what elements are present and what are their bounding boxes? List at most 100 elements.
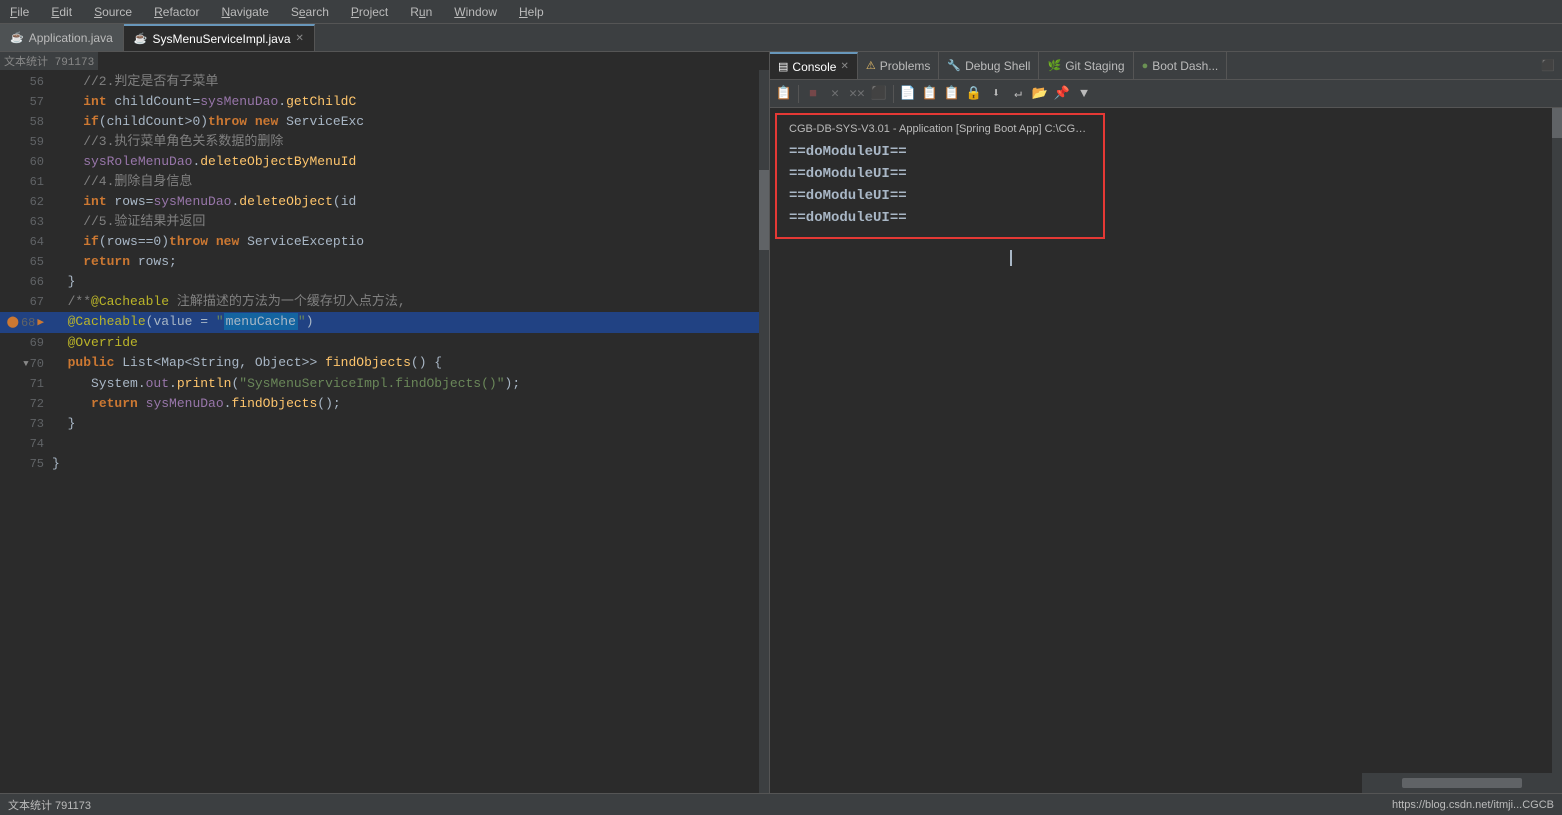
- code-lines-container: 56 //2.判定是否有子菜单 57 int childCount=sysMen…: [0, 70, 769, 474]
- git-staging-icon: 🌿: [1047, 59, 1061, 72]
- stop-btn[interactable]: ⬛: [869, 84, 889, 104]
- line-num-64: 64: [0, 232, 52, 252]
- problems-icon: ⚠: [866, 59, 876, 72]
- menu-search[interactable]: Search: [287, 4, 333, 20]
- line-content-66: }: [52, 272, 769, 292]
- line-num-74: 74: [0, 434, 52, 454]
- line-num-62: 62: [0, 192, 52, 212]
- tab-close-sysmenu[interactable]: ✕: [296, 33, 304, 44]
- menu-edit[interactable]: Edit: [47, 4, 76, 20]
- menu-project[interactable]: Project: [347, 4, 392, 20]
- popup-line-1: ==doModuleUI==: [789, 141, 1091, 163]
- status-right: https://blog.csdn.net/itmji...CGCB: [1392, 799, 1554, 811]
- remove-all-terminated-btn[interactable]: ✕✕: [847, 84, 867, 104]
- menu-window[interactable]: Window: [450, 4, 501, 20]
- pin-console-btn[interactable]: 📌: [1052, 84, 1072, 104]
- line-content-65: return rows;: [52, 252, 769, 272]
- panel-controls: ⬛: [1538, 52, 1562, 79]
- menu-refactor[interactable]: Refactor: [150, 4, 203, 20]
- code-line-63: 63 //5.验证结果并返回: [0, 212, 769, 232]
- copy-output-btn[interactable]: 📋: [920, 84, 940, 104]
- line-num-69: 69: [0, 333, 52, 353]
- line-content-61: //4.删除自身信息: [52, 172, 769, 192]
- git-staging-tab-label: Git Staging: [1065, 59, 1124, 73]
- console-panel: ▤ Console ✕ ⚠ Problems 🔧 Debug Shell 🌿 G…: [770, 52, 1562, 815]
- code-line-75: 75 }: [0, 454, 769, 474]
- line-content-59: //3.执行菜单角色关系数据的删除: [52, 132, 769, 152]
- console-tab-label: Console: [792, 60, 836, 74]
- console-toolbar: 📋 ■ ✕ ✕✕ ⬛ 📄 📋 📋 🔒 ⬇ ↵ 📂 📌 ▼: [770, 80, 1562, 108]
- console-tab-close[interactable]: ✕: [840, 61, 848, 72]
- tab-application-java[interactable]: ☕ Application.java: [0, 24, 124, 51]
- bottom-scroll-indicator: [1362, 773, 1562, 793]
- line-content-56: //2.判定是否有子菜单: [52, 72, 769, 92]
- menu-run[interactable]: Run: [406, 4, 436, 20]
- line-content-64: if(rows==0)throw new ServiceExceptio: [52, 232, 769, 252]
- line-content-63: //5.验证结果并返回: [52, 212, 769, 232]
- line-num-73: 73: [0, 414, 52, 434]
- line-num-60: 60: [0, 152, 52, 172]
- line-content-72: return sysMenuDao.findObjects();: [52, 394, 769, 414]
- view-menu-btn[interactable]: ▼: [1074, 84, 1094, 104]
- new-console-btn[interactable]: 📄: [898, 84, 918, 104]
- console-tab-bar: ▤ Console ✕ ⚠ Problems 🔧 Debug Shell 🌿 G…: [770, 52, 1562, 80]
- editor-tab-bar: ☕ Application.java ☕ SysMenuServiceImpl.…: [0, 24, 1562, 52]
- java-file-icon: ☕: [10, 31, 24, 44]
- code-line-72: 72 return sysMenuDao.findObjects();: [0, 394, 769, 414]
- tab-console[interactable]: ▤ Console ✕: [770, 52, 858, 79]
- menu-file[interactable]: File: [6, 4, 33, 20]
- open-console-btn[interactable]: 📂: [1030, 84, 1050, 104]
- toolbar-sep-2: [893, 85, 894, 103]
- problems-tab-label: Problems: [880, 59, 931, 73]
- line-num-65: 65: [0, 252, 52, 272]
- console-content-area[interactable]: CGB-DB-SYS-V3.01 - Application [Spring B…: [770, 108, 1562, 815]
- terminate-btn[interactable]: ■: [803, 84, 823, 104]
- line-num-59: 59: [0, 132, 52, 152]
- code-line-61: 61 //4.删除自身信息: [0, 172, 769, 192]
- toolbar-sep-1: [798, 85, 799, 103]
- line-num-68: ⬤ 68 ▶: [0, 313, 52, 333]
- popup-line-2: ==doModuleUI==: [789, 163, 1091, 185]
- console-vscroll-thumb[interactable]: [1552, 108, 1562, 138]
- scroll-lock-btn[interactable]: 🔒: [964, 84, 984, 104]
- word-wrap-btn[interactable]: ↵: [1008, 84, 1028, 104]
- code-line-64: 64 if(rows==0)throw new ServiceExceptio: [0, 232, 769, 252]
- line-num-70: ▼ 70: [0, 354, 52, 374]
- tab-git-staging[interactable]: 🌿 Git Staging: [1039, 52, 1133, 79]
- console-icon: ▤: [778, 60, 788, 73]
- line-content-67: /**@Cacheable 注解描述的方法为一个缓存切入点方法,: [52, 292, 769, 312]
- code-line-56: 56 //2.判定是否有子菜单: [0, 72, 769, 92]
- code-line-62: 62 int rows=sysMenuDao.deleteObject(id: [0, 192, 769, 212]
- status-left: 文本统计 791173: [8, 797, 91, 813]
- popup-line-3: ==doModuleUI==: [789, 185, 1091, 207]
- line-num-75: 75: [0, 454, 52, 474]
- editor-vscroll-thumb[interactable]: [759, 170, 769, 250]
- tab-debug-shell[interactable]: 🔧 Debug Shell: [939, 52, 1039, 79]
- editor-vscroll[interactable]: [759, 70, 769, 805]
- menu-source[interactable]: Source: [90, 4, 136, 20]
- line-content-60: sysRoleMenuDao.deleteObjectByMenuId: [52, 152, 769, 172]
- menu-help[interactable]: Help: [515, 4, 548, 20]
- code-line-68: ⬤ 68 ▶ @Cacheable(value = "menuCache"): [0, 312, 769, 333]
- line-content-71: System.out.println("SysMenuServiceImpl.f…: [52, 374, 769, 394]
- code-line-57: 57 int childCount=sysMenuDao.getChildC: [0, 92, 769, 112]
- bottom-scroll-thumb[interactable]: [1402, 778, 1522, 788]
- console-vscroll[interactable]: [1552, 108, 1562, 805]
- code-line-74: 74: [0, 434, 769, 454]
- line-num-57: 57: [0, 92, 52, 112]
- paste-input-btn[interactable]: 📋: [942, 84, 962, 104]
- menu-navigate[interactable]: Navigate: [217, 4, 272, 20]
- line-content-75: }: [52, 454, 769, 474]
- display-selected-btn[interactable]: 📋: [774, 84, 794, 104]
- line-num-72: 72: [0, 394, 52, 414]
- boot-dash-icon: ●: [1142, 60, 1149, 72]
- tab-sysmenu-java[interactable]: ☕ SysMenuServiceImpl.java ✕: [124, 24, 315, 51]
- scroll-end-btn[interactable]: ⬇: [986, 84, 1006, 104]
- code-editor[interactable]: 文本统计 791173 56 //2.判定是否有子菜单 57 int child…: [0, 52, 770, 815]
- line-num-63: 63: [0, 212, 52, 232]
- remove-launch-btn[interactable]: ✕: [825, 84, 845, 104]
- tab-boot-dash[interactable]: ● Boot Dash...: [1134, 52, 1228, 79]
- tab-problems[interactable]: ⚠ Problems: [858, 52, 940, 79]
- minimize-console-btn[interactable]: ⬛: [1538, 56, 1558, 76]
- code-line-66: 66 }: [0, 272, 769, 292]
